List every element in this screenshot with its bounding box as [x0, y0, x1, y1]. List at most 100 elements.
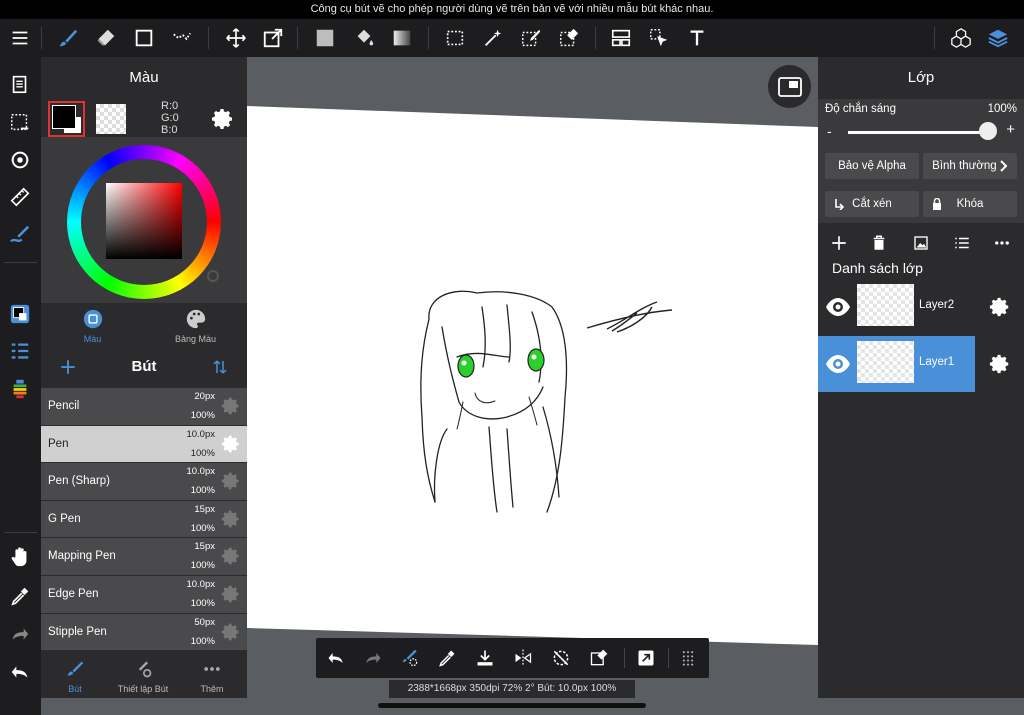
brush-name: Pen: [48, 437, 69, 450]
tab-more[interactable]: Thêm: [178, 653, 246, 698]
canvas-area[interactable]: [247, 57, 818, 698]
reset-rotation-button[interactable]: [549, 646, 573, 670]
brush-name: Mapping Pen: [48, 550, 116, 563]
rotate-icon[interactable]: [8, 148, 32, 172]
layer-row[interactable]: Layer1: [818, 336, 1024, 392]
brush-item[interactable]: Mapping Pen 15px 100%: [41, 538, 247, 576]
text-icon[interactable]: [683, 24, 711, 52]
clipping-button[interactable]: Cắt xén: [825, 191, 919, 217]
saturation-value-square[interactable]: [106, 183, 182, 259]
brush-gear-icon[interactable]: [221, 509, 241, 529]
brush-item[interactable]: Edge Pen 10.0px 100%: [41, 575, 247, 614]
eyedropper-button[interactable]: [435, 646, 459, 670]
clear-layer-icon: [590, 649, 608, 666]
opacity-increase-button[interactable]: +: [1006, 121, 1015, 138]
color-palette-icon[interactable]: [8, 377, 32, 401]
brush-item[interactable]: Pen (Sharp) 10.0px 100%: [41, 463, 247, 501]
eye-icon[interactable]: [824, 350, 852, 378]
brush-gear-icon[interactable]: [221, 471, 241, 491]
stabilizer-icon[interactable]: [8, 222, 32, 246]
sort-icon[interactable]: [211, 358, 229, 376]
opacity-decrease-button[interactable]: -: [827, 123, 832, 139]
hue-knob[interactable]: [207, 270, 219, 282]
brush-item[interactable]: G Pen 15px 100%: [41, 500, 247, 539]
document-icon[interactable]: [8, 72, 32, 96]
ruler-icon[interactable]: [8, 185, 32, 209]
gradient-icon[interactable]: [388, 24, 416, 52]
select-pen-icon[interactable]: [517, 24, 545, 52]
menu-icon[interactable]: [6, 24, 34, 52]
opacity-slider-knob[interactable]: [979, 122, 997, 140]
layer-gear-icon[interactable]: [989, 353, 1011, 375]
tab-color[interactable]: Màu: [41, 303, 144, 347]
layout-icon[interactable]: [607, 24, 635, 52]
move-icon[interactable]: [222, 24, 250, 52]
add-image-layer-button[interactable]: [910, 232, 932, 254]
materials-icon[interactable]: [947, 24, 975, 52]
hand-icon[interactable]: [8, 545, 32, 569]
tab-palette[interactable]: Bảng Màu: [144, 303, 247, 347]
drawing-canvas[interactable]: [247, 57, 818, 698]
delete-layer-button[interactable]: [868, 232, 890, 254]
color-settings-gear-icon[interactable]: [211, 107, 235, 131]
grid-button[interactable]: [676, 646, 700, 670]
selection-layer-icon[interactable]: [8, 111, 32, 135]
layer-list-button[interactable]: [951, 232, 973, 254]
brush-icon[interactable]: [54, 24, 82, 52]
eye-icon[interactable]: [824, 293, 852, 321]
lock-button[interactable]: Khóa: [923, 191, 1017, 217]
bottom-action-bar: [316, 638, 709, 678]
layers-icon[interactable]: [984, 24, 1012, 52]
fullscreen-button[interactable]: [768, 65, 811, 108]
eyedropper-icon[interactable]: [8, 584, 32, 608]
brush-gear-icon[interactable]: [221, 622, 241, 642]
redo-button[interactable]: [361, 646, 385, 670]
layer-row[interactable]: Layer2: [818, 279, 1024, 335]
brush-gear-icon[interactable]: [221, 546, 241, 566]
rgb-readout: R:0 G:0 B:0: [161, 100, 179, 136]
undo-icon[interactable]: [8, 660, 32, 684]
bucket-icon[interactable]: [350, 24, 378, 52]
clear-button[interactable]: [587, 646, 611, 670]
blend-row: Bảo vệ Alpha Bình thường: [818, 147, 1024, 185]
blend-mode-button[interactable]: Bình thường: [923, 153, 1017, 179]
add-layer-button[interactable]: [828, 232, 850, 254]
cursor-icon[interactable]: [645, 24, 673, 52]
redo-icon[interactable]: [8, 622, 32, 646]
layer-tools-row: [818, 223, 1024, 261]
brush-item[interactable]: Pencil 20px 100%: [41, 388, 247, 426]
brush-item[interactable]: Pen 10.0px 100%: [41, 425, 247, 464]
brush-item[interactable]: Stipple Pen 50px 100%: [41, 613, 247, 652]
brush-gear-icon[interactable]: [221, 396, 241, 416]
tab-brush[interactable]: Bút: [41, 653, 109, 698]
import-button[interactable]: [473, 646, 497, 670]
transparent-color-swatch[interactable]: [96, 104, 126, 134]
brush-header: Bút: [41, 347, 247, 387]
flip-button[interactable]: [511, 646, 535, 670]
dot-icon[interactable]: [168, 24, 196, 52]
brush-opacity: 100%: [190, 560, 215, 572]
color-swatch-icon[interactable]: [8, 302, 32, 326]
brush-size-button[interactable]: [398, 646, 422, 670]
flip-horizontal-icon: [515, 649, 532, 667]
opacity-slider[interactable]: [848, 131, 988, 134]
magic-wand-icon[interactable]: [479, 24, 507, 52]
protect-alpha-button[interactable]: Bảo vệ Alpha: [825, 153, 919, 179]
brush-gear-icon[interactable]: [221, 584, 241, 604]
fill-color-icon[interactable]: [311, 24, 339, 52]
foreground-color-swatch[interactable]: [48, 101, 85, 137]
rectangle-icon[interactable]: [130, 24, 158, 52]
brush-name: Stipple Pen: [48, 625, 107, 638]
brush-gear-icon[interactable]: [221, 434, 241, 454]
layer-more-button[interactable]: [991, 232, 1013, 254]
selection-icon[interactable]: [441, 24, 469, 52]
brush-name: G Pen: [48, 512, 81, 525]
layer-gear-icon[interactable]: [989, 296, 1011, 318]
undo-button[interactable]: [324, 646, 348, 670]
transform-icon[interactable]: [259, 24, 287, 52]
quick-menu-button[interactable]: [634, 646, 658, 670]
eraser-icon[interactable]: [92, 24, 120, 52]
select-eraser-icon[interactable]: [555, 24, 583, 52]
brush-list-icon[interactable]: [8, 339, 32, 363]
tab-brush-settings[interactable]: Thiết lập Bút: [109, 653, 177, 698]
